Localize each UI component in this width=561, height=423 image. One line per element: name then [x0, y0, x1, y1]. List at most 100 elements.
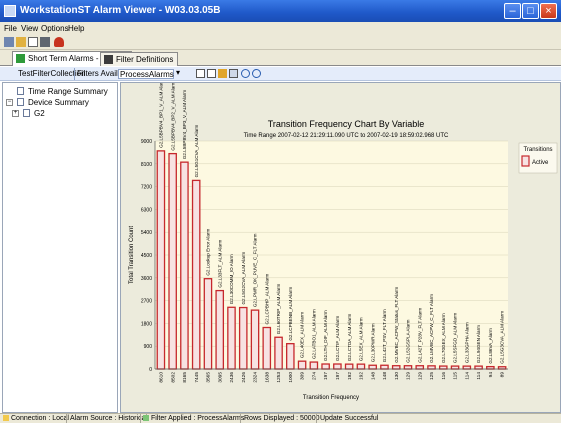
bar-value-label: 3565 — [206, 372, 212, 383]
bar — [203, 278, 213, 370]
bar-category-label: G2.L52GSPLA Alarm — [406, 319, 411, 362]
zoom-out-icon[interactable] — [252, 69, 261, 78]
chart-subtitle: Time Range 2007-02-12 21:29:11.090 UTC t… — [244, 133, 449, 139]
bar-category-label: G2.L42T_P28V_FLT Alarm — [417, 308, 422, 363]
bar-value-label: 309 — [300, 372, 306, 380]
y-tick-label: 8100 — [141, 162, 152, 168]
table-view-icon[interactable] — [196, 69, 205, 78]
bar-category-label: G2.MVBC_ACPW_Status_FLT Alarm — [394, 287, 399, 363]
chart-view-icon[interactable] — [218, 69, 227, 78]
bar — [274, 336, 283, 370]
bar — [156, 150, 166, 370]
bar — [462, 365, 472, 370]
navigation-tree: Time Range Summary − Device Summary + G2 — [2, 82, 118, 413]
status-bar: Connection : Local Alarm Source : Histor… — [0, 413, 561, 423]
y-axis-ticks: 0 900 1800 2700 3600 4500 5400 6300 7200 8100 9000 — [141, 139, 152, 373]
tab-strip: Short Term Alarms - Filtered Filter Defi… — [0, 50, 561, 66]
status-connection: Connection : Local — [11, 415, 69, 422]
separator — [66, 414, 67, 423]
y-tick-label: 3600 — [141, 276, 152, 282]
bar-value-label: 2324 — [253, 372, 259, 383]
zoom-in-icon[interactable] — [241, 69, 250, 78]
tree-label: G2 — [34, 109, 45, 118]
bar-category-label: G2.L5G3CVA_ALM Alarm — [500, 311, 505, 364]
menu-view[interactable]: View — [21, 24, 38, 33]
bar — [356, 363, 366, 370]
separator — [140, 414, 141, 423]
status-filter-applied: Filter Applied : ProcessAlarms — [151, 415, 245, 422]
menu-options[interactable]: Options — [41, 24, 69, 33]
bar-value-label: 130 — [394, 372, 400, 380]
bar-value-label: 129 — [417, 372, 423, 380]
chevron-down-icon[interactable]: ▾ — [176, 68, 180, 77]
bar-value-label: 197 — [323, 372, 329, 380]
chart-title: Transition Frequency Chart By Variable — [268, 119, 425, 129]
bar — [486, 365, 495, 370]
bar-category-label: G2.L5EX_ALM Alarm — [359, 317, 364, 361]
filter-toolbar: TestFilterCollection Filters Available P… — [0, 67, 561, 81]
document-icon — [23, 109, 30, 117]
y-tick-label: 2700 — [141, 299, 152, 305]
bar — [262, 326, 272, 370]
separator — [240, 414, 241, 423]
y-tick-label: 4500 — [141, 253, 152, 259]
x-axis-label: Transition Frequency — [303, 395, 359, 401]
chart-pane: Transition Frequency Chart By Variable T… — [120, 79, 561, 413]
menu-file[interactable]: File — [4, 24, 17, 33]
bar — [333, 363, 342, 370]
document-icon[interactable] — [207, 69, 216, 78]
bar-value-label: 192 — [359, 372, 365, 380]
bar-category-label: G2.L5G1CVA_ALM Alarm — [194, 124, 199, 177]
open-folder-icon[interactable] — [16, 37, 26, 47]
bar-category-label: G2.L30PWR Alarm — [370, 323, 375, 362]
collapse-icon[interactable]: − — [6, 99, 13, 106]
new-document-icon[interactable] — [28, 37, 38, 47]
bar-value-label: 1638 — [264, 372, 270, 383]
bar-category-label: G2.LTH_DIF_ALM Alarm — [323, 310, 328, 361]
save-icon[interactable] — [4, 37, 14, 47]
bar-value-label: 114 — [464, 372, 470, 380]
alarm-bell-icon[interactable] — [54, 37, 64, 47]
bar — [238, 306, 248, 370]
tab-filter-definitions[interactable]: Filter Definitions — [100, 52, 179, 66]
bar — [309, 361, 319, 370]
document-icon — [17, 98, 24, 106]
bar-category-label: G2.LMVBC_ACPW_C_FLT Alarm — [429, 294, 434, 363]
tree-label: Device Summary — [28, 98, 89, 107]
print-icon[interactable] — [40, 37, 50, 47]
bar-value-label: 116 — [441, 372, 447, 380]
bar-category-label: G2.L86VA_Alarm — [488, 328, 493, 364]
bar — [321, 363, 330, 370]
bar — [250, 309, 260, 370]
status-update: Update Successful — [320, 415, 379, 422]
minimize-button[interactable]: – — [504, 3, 521, 19]
maximize-button[interactable]: □ — [522, 3, 539, 19]
y-tick-label: 5400 — [141, 230, 152, 236]
bar-category-label: G2.L5BPBV4_BP2_V_ALM Alarm — [170, 83, 175, 151]
bar-category-label: G2.LCTIF_ALM Alarm — [335, 316, 340, 361]
bar-value-label: 94 — [488, 372, 494, 378]
bar-value-label: 1000 — [288, 372, 294, 383]
y-tick-label: 1800 — [141, 321, 152, 327]
bar-category-label: G2.LPMR_OK_PUVE_C_FLT Alarm — [253, 233, 258, 307]
y-axis-label: Total Transition Count — [129, 226, 135, 284]
title-bar: WorkstationST Alarm Viewer - W03.03.05B … — [0, 0, 561, 22]
transition-frequency-chart: Transition Frequency Chart By Variable T… — [129, 79, 558, 401]
bar — [368, 364, 377, 370]
alarm-list-icon — [16, 54, 25, 63]
bar-value-label: 197 — [335, 372, 341, 380]
bar-value-label: 7445 — [194, 372, 200, 383]
bar-category-label: G2.L5G2CVA_ALM Alarm — [241, 252, 246, 305]
test-filter-collection-button[interactable]: TestFilterCollection — [18, 69, 86, 78]
filter-select[interactable]: ProcessAlarms — [118, 69, 174, 79]
bar-value-label: 115 — [453, 372, 459, 380]
status-alarm-source: Alarm Source : Historical — [70, 415, 148, 422]
expand-icon[interactable]: + — [12, 110, 19, 117]
connection-icon — [3, 415, 9, 421]
close-button[interactable]: × — [540, 3, 557, 19]
menu-help[interactable]: Help — [68, 24, 84, 33]
bar-value-label: 2426 — [241, 372, 247, 383]
legend-entry-active: Active — [532, 160, 549, 166]
export-icon[interactable] — [229, 69, 238, 78]
y-tick-label: 9000 — [141, 139, 152, 145]
